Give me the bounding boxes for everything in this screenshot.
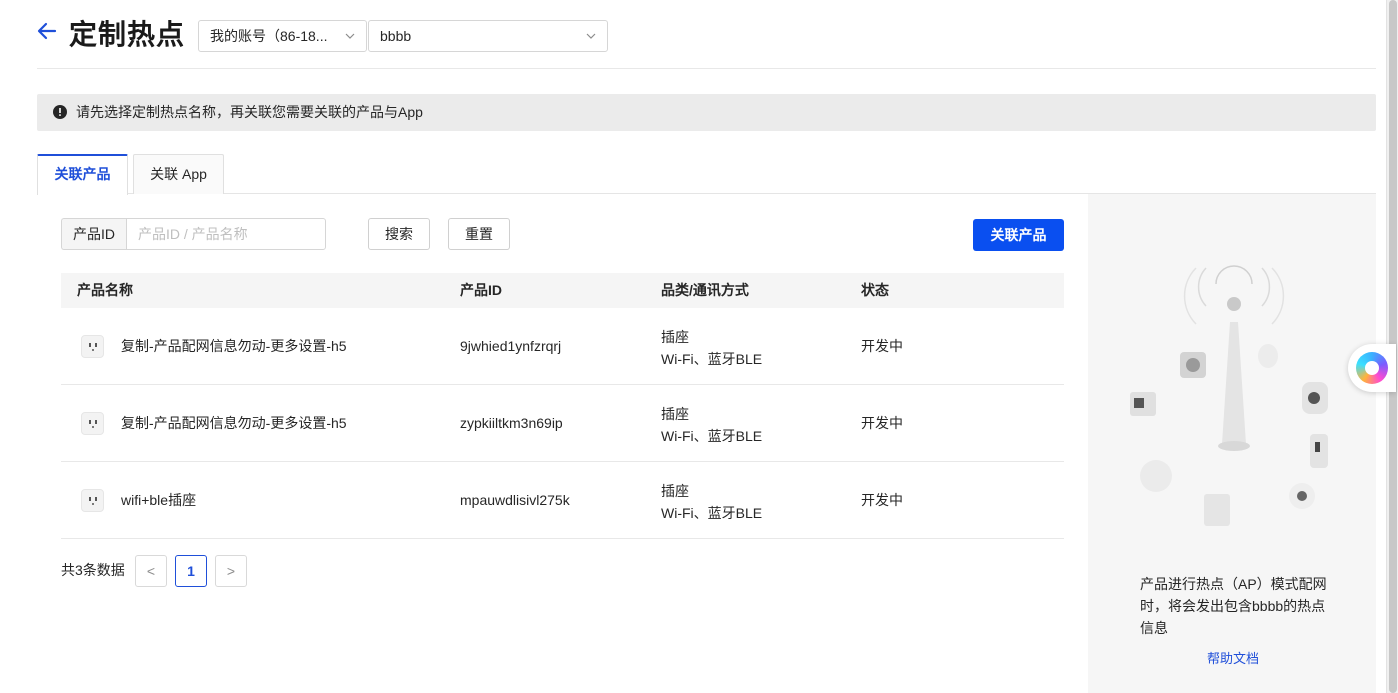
search-input[interactable] (126, 218, 326, 250)
column-header-status: 状态 (861, 282, 889, 298)
hotspot-description: 产品进行热点（AP）模式配网时，将会发出包含bbbb的热点信息 (1140, 576, 1327, 636)
product-name: 复制-产品配网信息勿动-更多设置-h5 (121, 338, 347, 354)
product-id: zypkiiltkm3n69ip (460, 415, 563, 431)
prev-page-button[interactable]: < (135, 555, 167, 587)
tab-link-product[interactable]: 关联产品 (37, 154, 128, 195)
product-id: mpauwdlisivl275k (460, 492, 570, 508)
app-assistant-icon (1356, 352, 1388, 384)
product-category: 插座 Wi-Fi、蓝牙BLE (661, 326, 762, 370)
help-doc-link[interactable]: 帮助文档 (1207, 648, 1259, 667)
status-text: 开发中 (861, 415, 903, 431)
header-divider (37, 68, 1376, 69)
app-assistant-button[interactable] (1348, 344, 1396, 392)
table-row[interactable]: wifi+ble插座 mpauwdlisivl275k 插座 Wi-Fi、蓝牙B… (61, 462, 1064, 539)
back-arrow-icon[interactable] (36, 18, 58, 44)
category-text: 插座 (661, 483, 689, 499)
hotspot-select-value: bbbb (380, 28, 412, 44)
alert-text: 请先选择定制热点名称，再关联您需要关联的产品与App (76, 104, 423, 120)
category-text: 插座 (661, 406, 689, 422)
table-row[interactable]: 复制-产品配网信息勿动-更多设置-h5 9jwhied1ynfzrqrj 插座 … (61, 308, 1064, 385)
link-product-button[interactable]: 关联产品 (973, 219, 1064, 251)
socket-icon (81, 335, 104, 358)
socket-icon (81, 412, 104, 435)
tab-bar: 关联产品 关联 App (37, 154, 1376, 195)
account-select[interactable]: 我的账号（86-18... (198, 20, 367, 52)
page-title: 定制热点 (69, 19, 186, 50)
next-page-button[interactable]: > (215, 555, 247, 587)
comm-text: Wi-Fi、蓝牙BLE (661, 351, 763, 367)
hotspot-select[interactable]: bbbb (368, 20, 608, 52)
pagination: 共3条数据 < 1 > (61, 554, 461, 587)
hotspot-devices-illustration (1130, 265, 1328, 526)
filter-type-label: 产品ID (61, 218, 126, 250)
product-name: wifi+ble插座 (121, 492, 197, 508)
account-select-value: 我的账号（86-18... (210, 28, 328, 44)
tab-link-app[interactable]: 关联 App (133, 154, 224, 194)
reset-button[interactable]: 重置 (448, 218, 510, 250)
product-category: 插座 Wi-Fi、蓝牙BLE (661, 480, 762, 524)
socket-icon (81, 489, 104, 512)
comm-text: Wi-Fi、蓝牙BLE (661, 428, 763, 444)
total-count: 共3条数据 (61, 562, 125, 578)
info-alert: 请先选择定制热点名称，再关联您需要关联的产品与App (37, 94, 1376, 131)
chevron-down-icon (586, 33, 596, 39)
product-category: 插座 Wi-Fi、蓝牙BLE (661, 403, 762, 447)
hotspot-info-panel: 产品进行热点（AP）模式配网时，将会发出包含bbbb的热点信息 帮助文档 (1088, 194, 1376, 693)
status-text: 开发中 (861, 338, 903, 354)
product-id: 9jwhied1ynfzrqrj (460, 338, 562, 354)
status-text: 开发中 (861, 492, 903, 508)
product-table: 产品名称 产品ID 品类/通讯方式 状态 复制-产品配网信息勿动-更多设置-h5… (61, 273, 1064, 539)
alert-exclamation-icon (53, 105, 67, 119)
product-name: 复制-产品配网信息勿动-更多设置-h5 (121, 415, 347, 431)
page-1-button[interactable]: 1 (175, 555, 207, 587)
column-header-category: 品类/通讯方式 (661, 282, 749, 298)
table-row[interactable]: 复制-产品配网信息勿动-更多设置-h5 zypkiiltkm3n69ip 插座 … (61, 385, 1064, 462)
comm-text: Wi-Fi、蓝牙BLE (661, 505, 763, 521)
column-header-id: 产品ID (460, 282, 502, 298)
search-button[interactable]: 搜索 (368, 218, 430, 250)
category-text: 插座 (661, 329, 689, 345)
chevron-down-icon (345, 33, 355, 39)
table-header: 产品名称 产品ID 品类/通讯方式 状态 (61, 273, 1064, 308)
page-header: 定制热点 我的账号（86-18... bbbb (0, 0, 1376, 69)
column-header-name: 产品名称 (77, 282, 133, 298)
